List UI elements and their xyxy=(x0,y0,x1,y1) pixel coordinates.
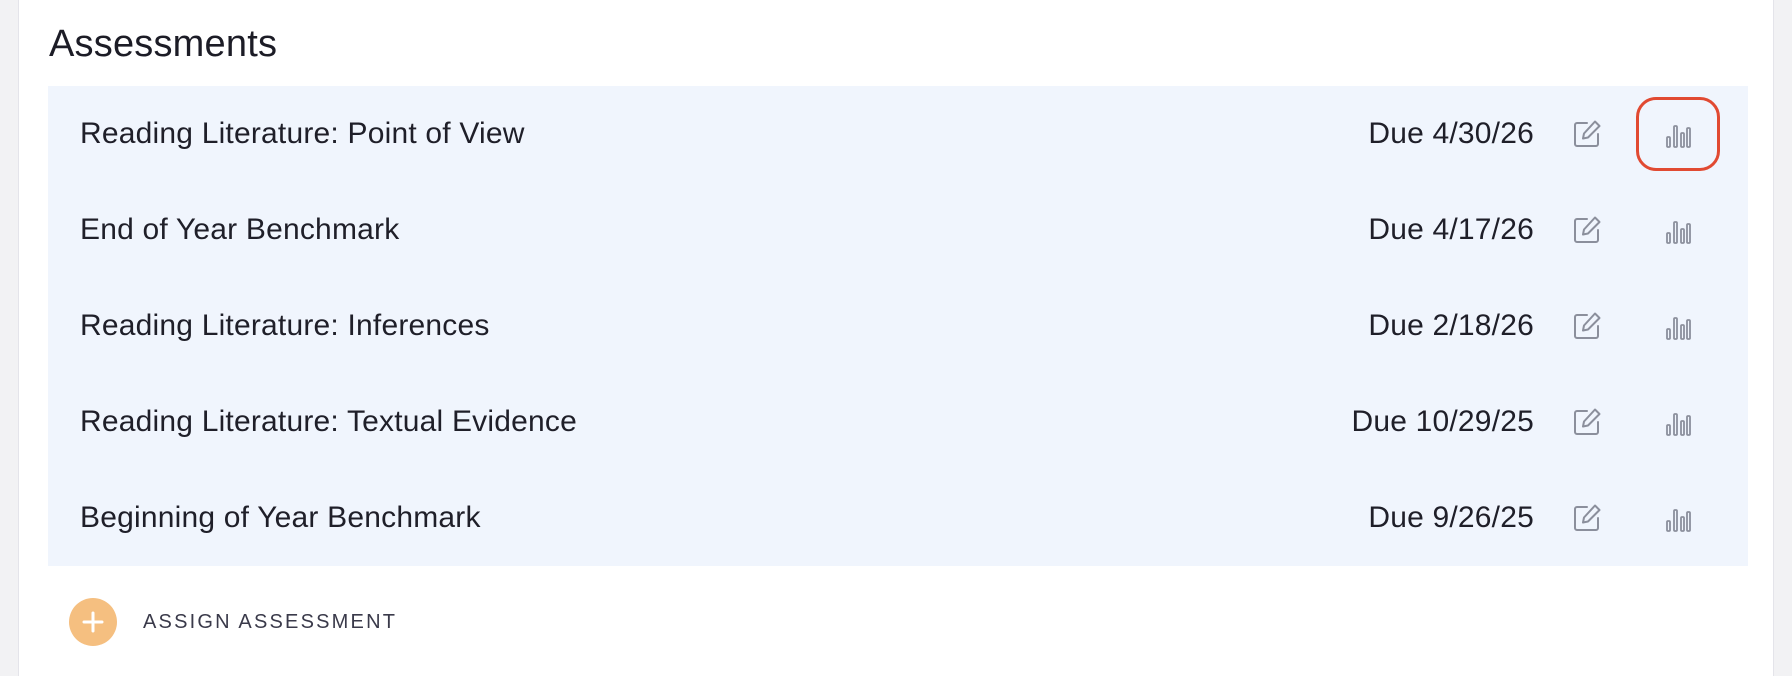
report-button[interactable] xyxy=(1636,97,1720,171)
edit-button[interactable] xyxy=(1545,289,1629,363)
edit-icon xyxy=(1571,118,1603,150)
assessment-title[interactable]: Reading Literature: Textual Evidence xyxy=(80,405,577,439)
assessment-title[interactable]: Beginning of Year Benchmark xyxy=(80,501,481,535)
assessment-title[interactable]: End of Year Benchmark xyxy=(80,213,399,247)
assessment-title[interactable]: Reading Literature: Point of View xyxy=(80,117,525,151)
report-button[interactable] xyxy=(1636,289,1720,363)
report-button[interactable] xyxy=(1636,385,1720,459)
assessment-list: Reading Literature: Point of View Due 4/… xyxy=(48,86,1748,566)
assessment-row[interactable]: End of Year Benchmark Due 4/17/26 xyxy=(48,182,1748,278)
assessment-row[interactable]: Reading Literature: Textual Evidence Due… xyxy=(48,374,1748,470)
edit-button[interactable] xyxy=(1545,193,1629,267)
bar-chart-icon xyxy=(1664,215,1692,245)
edit-icon xyxy=(1571,406,1603,438)
bar-chart-icon xyxy=(1664,503,1692,533)
assign-assessment-label[interactable]: ASSIGN ASSESSMENT xyxy=(143,611,397,634)
assessment-row[interactable]: Beginning of Year Benchmark Due 9/26/25 xyxy=(48,470,1748,566)
assessment-title[interactable]: Reading Literature: Inferences xyxy=(80,309,490,343)
report-button[interactable] xyxy=(1636,193,1720,267)
section-title: Assessments xyxy=(49,23,278,65)
bar-chart-icon xyxy=(1664,407,1692,437)
assessment-due-date: Due 10/29/25 xyxy=(1351,405,1534,438)
assessment-row[interactable]: Reading Literature: Inferences Due 2/18/… xyxy=(48,278,1748,374)
assessment-due-date: Due 4/17/26 xyxy=(1368,213,1534,246)
bar-chart-icon xyxy=(1664,119,1692,149)
assessment-due-date: Due 4/30/26 xyxy=(1368,117,1534,150)
assign-assessment-button[interactable]: ASSIGN ASSESSMENT xyxy=(69,596,397,648)
edit-icon xyxy=(1571,214,1603,246)
assessments-card: Assessments Reading Literature: Point of… xyxy=(18,0,1774,676)
report-button[interactable] xyxy=(1636,481,1720,555)
plus-icon[interactable] xyxy=(69,598,117,646)
edit-button[interactable] xyxy=(1545,481,1629,555)
bar-chart-icon xyxy=(1664,311,1692,341)
assessment-row[interactable]: Reading Literature: Point of View Due 4/… xyxy=(48,86,1748,182)
assessment-due-date: Due 9/26/25 xyxy=(1368,501,1534,534)
edit-icon xyxy=(1571,310,1603,342)
edit-button[interactable] xyxy=(1545,97,1629,171)
edit-button[interactable] xyxy=(1545,385,1629,459)
edit-icon xyxy=(1571,502,1603,534)
assessment-due-date: Due 2/18/26 xyxy=(1368,309,1534,342)
